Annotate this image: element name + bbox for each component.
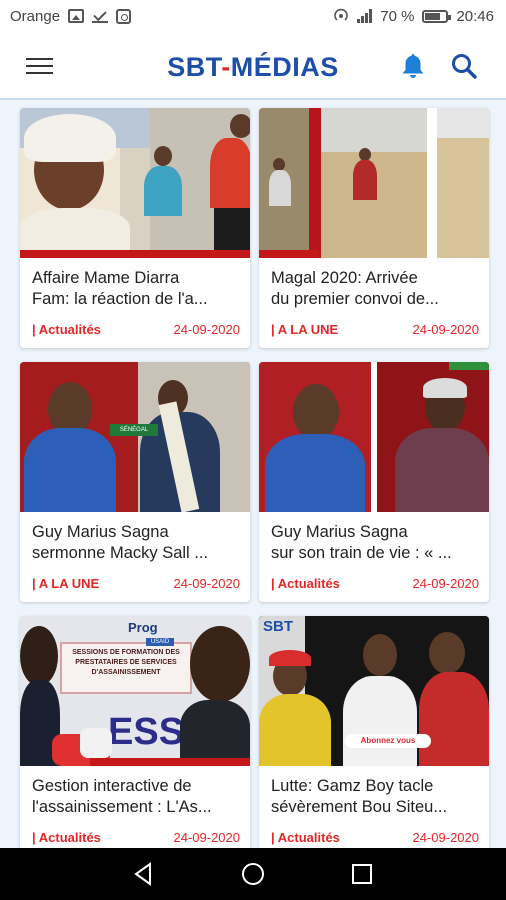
bell-icon[interactable] [400,52,426,80]
battery-percent: 70 % [380,7,415,25]
article-thumbnail [20,108,250,258]
thumb-prog-text: Prog [128,620,158,635]
android-nav-bar [0,848,506,900]
article-card[interactable]: Prog SESSIONS DE FORMATION DES PRESTATAI… [20,616,250,848]
app-title-dash: - [221,52,231,82]
article-card[interactable]: Magal 2020: Arrivée du premier convoi de… [259,108,489,348]
article-card[interactable]: SÉNÉGAL Guy Marius Sagna sermonne Macky … [20,362,250,602]
training-banner: SESSIONS DE FORMATION DES PRESTATAIRES D… [60,642,192,694]
article-thumbnail: Prog SESSIONS DE FORMATION DES PRESTATAI… [20,616,250,766]
article-title: Guy Marius Sagna sur son train de vie : … [271,523,452,562]
article-title: Gestion interactive de l'assainissement … [32,777,212,816]
app-title: SBT-MÉDIAS [0,52,506,83]
article-thumbnail: SBT Abonnez vous [259,616,489,766]
article-title: Lutte: Gamz Boy tacle sévèrement Bou Sit… [271,777,448,816]
article-thumbnail [259,108,489,258]
article-grid: Affaire Mame Diarra Fam: la réaction de … [0,102,506,848]
article-category[interactable]: | A LA UNE [271,322,338,337]
article-title: Guy Marius Sagna sermonne Macky Sall ... [32,523,209,562]
article-category[interactable]: | Actualités [32,830,101,845]
article-category[interactable]: | Actualités [32,322,101,337]
status-left: Orange [10,7,132,25]
article-thumbnail: SÉNÉGAL [20,362,250,512]
article-card[interactable]: Affaire Mame Diarra Fam: la réaction de … [20,108,250,348]
subscribe-label: Abonnez vous [345,734,431,748]
back-icon[interactable] [131,861,157,887]
app-header: SBT-MÉDIAS [0,32,506,100]
article-title: Affaire Mame Diarra Fam: la réaction de … [32,269,208,308]
usaid-label: USAID [146,638,174,646]
article-date: 24-09-2020 [412,322,480,337]
thumbnail-accent-bar [20,250,250,258]
app-title-part2: MÉDIAS [230,52,339,82]
article-date: 24-09-2020 [412,576,480,591]
article-date: 24-09-2020 [412,830,480,845]
article-category[interactable]: | A LA UNE [32,576,99,591]
thumbnail-accent-bar [259,250,319,258]
image-icon [68,9,85,23]
status-right: 70 % 20:46 [333,8,494,25]
article-category[interactable]: | Actualités [271,576,340,591]
article-card[interactable]: SBT Abonnez vous Lutte: Gamz Boy tacle s… [259,616,489,848]
app-title-part1: SBT [167,52,222,82]
search-icon[interactable] [450,52,478,80]
article-card[interactable]: Guy Marius Sagna sur son train de vie : … [259,362,489,602]
article-category[interactable]: | Actualités [271,830,340,845]
article-date: 24-09-2020 [173,576,241,591]
sbt-watermark: SBT [263,618,293,635]
recent-apps-icon[interactable] [349,861,375,887]
article-date: 24-09-2020 [173,322,241,337]
clock: 20:46 [456,7,494,25]
article-thumbnail [259,362,489,512]
status-bar: Orange 70 % 20:46 [0,0,506,32]
article-date: 24-09-2020 [173,830,241,845]
signal-icon [357,9,373,23]
screenshot-icon [116,8,132,24]
article-title: Magal 2020: Arrivée du premier convoi de… [271,269,439,308]
senegal-tag: SÉNÉGAL [110,424,158,436]
check-icon [92,9,109,23]
battery-icon [422,9,452,23]
hotspot-icon [334,8,349,21]
thumbnail-accent-bar [90,758,250,766]
home-icon[interactable] [240,861,266,887]
carrier-label: Orange [10,7,61,25]
